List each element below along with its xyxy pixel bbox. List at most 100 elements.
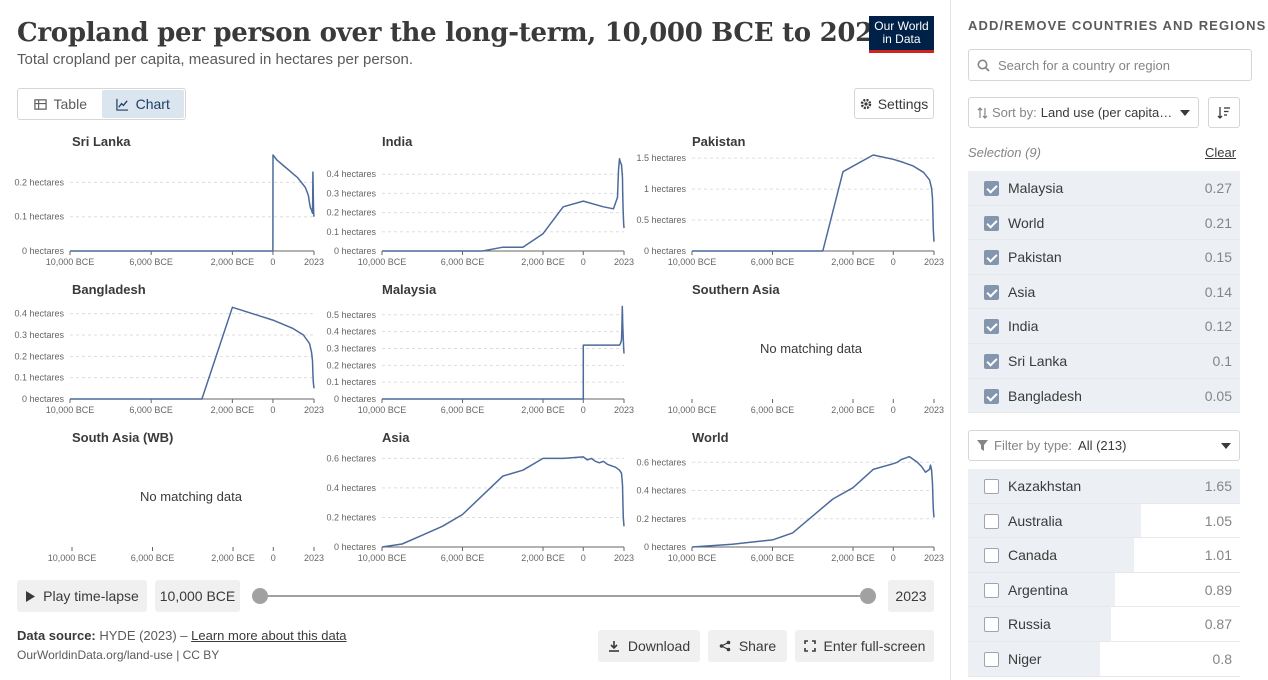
chart-panel-7: Asia 10,000 BCE 6,000 BCE 2,000 BCE 0 2023 0 h… <box>326 430 634 563</box>
entity-name: Australia <box>1008 512 1063 529</box>
timeline-end-handle[interactable] <box>860 588 876 604</box>
sort-value: Land use (per capita):... <box>1040 105 1177 120</box>
timeline-start-label[interactable]: 10,000 BCE <box>155 580 240 612</box>
gear-icon <box>860 98 871 109</box>
series-line[interactable] <box>382 305 625 400</box>
sort-dropdown[interactable]: Sort by: Land use (per capita):... <box>968 97 1199 128</box>
settings-button[interactable]: Settings <box>854 88 934 119</box>
entity-selector-sidebar: ADD/REMOVE COUNTRIES AND REGIONS Sort by… <box>950 0 1268 680</box>
download-button[interactable]: Download <box>598 630 700 662</box>
entity-checkbox[interactable] <box>984 215 999 231</box>
chart-title: Bangladesh <box>72 282 146 297</box>
share-button[interactable]: Share <box>708 630 787 662</box>
timeline-start-handle[interactable] <box>252 588 268 604</box>
x-tick-label: 0 <box>891 257 896 267</box>
search-box[interactable] <box>968 49 1252 81</box>
filter-dropdown[interactable]: Filter by type: All (213) <box>968 430 1240 461</box>
entity-row[interactable]: Asia 0.14 <box>968 274 1240 310</box>
expand-icon <box>803 640 816 652</box>
chart-panel-8: World 10,000 BCE 6,000 BCE 2,000 BCE 0 2023 0 … <box>636 430 944 563</box>
x-tick-label: 2,000 BCE <box>211 553 255 563</box>
timeline-track[interactable] <box>260 595 868 597</box>
entity-checkbox[interactable] <box>984 353 999 369</box>
x-tick-label: 0 <box>581 257 586 267</box>
entity-row[interactable]: Australia 1.05 <box>968 503 1240 539</box>
selected-entities-list: Malaysia 0.27 World 0.21 Pakistan 0.15 Asia 0.1… <box>968 171 1240 414</box>
y-tick-label: 0.3 hectares <box>326 343 376 353</box>
data-source-prefix: Data source: <box>17 628 96 643</box>
entity-checkbox[interactable] <box>984 388 999 404</box>
x-tick-label: 2023 <box>304 553 324 563</box>
chart-title: Sri Lanka <box>72 134 131 149</box>
learn-more-link[interactable]: Learn more about this data <box>191 628 346 643</box>
play-timelapse-button[interactable]: Play time-lapse <box>17 580 147 612</box>
x-tick-label: 10,000 BCE <box>358 405 407 415</box>
entity-row[interactable]: Bangladesh 0.05 <box>968 378 1240 414</box>
page-subtitle: Total cropland per capita, measured in h… <box>17 51 414 68</box>
available-entities-list: Kazakhstan 1.65 Australia 1.05 Canada 1.01 Arg… <box>968 469 1240 677</box>
y-tick-label: 0.2 hectares <box>14 351 64 361</box>
entity-checkbox[interactable] <box>984 479 999 494</box>
y-tick-label: 0.2 hectares <box>636 514 686 524</box>
play-icon <box>26 590 36 602</box>
x-tick-label: 2,000 BCE <box>831 553 875 563</box>
entity-row[interactable]: Niger 0.8 <box>968 641 1240 677</box>
series-line[interactable] <box>381 456 625 548</box>
entity-row[interactable]: Kazakhstan 1.65 <box>968 469 1240 504</box>
tab-table[interactable]: Table <box>19 90 102 118</box>
entity-row[interactable]: Sri Lanka 0.1 <box>968 343 1240 379</box>
series-line[interactable] <box>691 455 935 548</box>
entity-row[interactable]: Malaysia 0.27 <box>968 171 1240 206</box>
entity-checkbox[interactable] <box>984 582 999 598</box>
entity-checkbox[interactable] <box>984 513 999 529</box>
entity-checkbox[interactable] <box>984 617 999 633</box>
x-tick-label: 2,000 BCE <box>211 257 255 267</box>
chart-title: Asia <box>382 430 410 445</box>
timeline-start-text: 10,000 BCE <box>159 588 236 604</box>
x-tick-label: 2023 <box>614 405 634 415</box>
series-line[interactable] <box>382 158 625 252</box>
y-tick-label: 0.4 hectares <box>326 327 376 337</box>
series-line[interactable] <box>692 154 935 252</box>
entity-row[interactable]: Argentina 0.89 <box>968 572 1240 608</box>
entity-name: Asia <box>1008 283 1036 300</box>
entity-value: 0.12 <box>1204 318 1232 335</box>
entity-checkbox[interactable] <box>984 284 999 300</box>
entity-value: 0.15 <box>1204 249 1232 266</box>
entity-name: India <box>1008 318 1039 335</box>
y-tick-label: 0 hectares <box>334 542 377 552</box>
line-chart-icon <box>115 98 128 111</box>
entity-name: Argentina <box>1008 581 1068 598</box>
entity-checkbox[interactable] <box>984 548 999 564</box>
entity-checkbox[interactable] <box>984 250 999 266</box>
page-title: Cropland per person over the long-term, … <box>17 18 891 48</box>
chart-panel-3: Bangladesh 10,000 BCE 6,000 BCE 2,000 BCE 0 2… <box>14 282 324 415</box>
y-tick-label: 0.2 hectares <box>326 360 376 370</box>
y-tick-label: 0 hectares <box>334 394 377 404</box>
entity-checkbox[interactable] <box>984 319 999 335</box>
sort-direction-button[interactable] <box>1208 97 1240 128</box>
entity-row[interactable]: Canada 1.01 <box>968 538 1240 573</box>
entity-checkbox[interactable] <box>984 651 999 667</box>
owid-logo[interactable]: Our World in Data <box>869 16 934 53</box>
clear-selection-link[interactable]: Clear <box>1205 145 1236 160</box>
entity-row[interactable]: Pakistan 0.15 <box>968 240 1240 275</box>
entity-checkbox[interactable] <box>984 181 999 196</box>
series-line[interactable] <box>70 154 315 252</box>
entity-row[interactable]: Russia 0.87 <box>968 607 1240 642</box>
entity-name: Bangladesh <box>1008 387 1082 404</box>
timeline-end-label[interactable]: 2023 <box>888 580 934 612</box>
series-line[interactable] <box>70 306 315 400</box>
search-input[interactable] <box>998 57 1238 73</box>
entity-row[interactable]: India 0.12 <box>968 309 1240 344</box>
x-tick-label: 0 <box>891 405 896 415</box>
fullscreen-button[interactable]: Enter full-screen <box>795 630 934 662</box>
y-tick-label: 0.2 hectares <box>326 208 376 218</box>
y-tick-label: 0.3 hectares <box>14 330 64 340</box>
entity-value: 0.1 <box>1212 352 1232 369</box>
x-tick-label: 0 <box>581 553 586 563</box>
tab-chart[interactable]: Chart <box>101 90 184 118</box>
entity-row[interactable]: World 0.21 <box>968 205 1240 241</box>
caret-down-icon <box>1180 109 1190 116</box>
x-tick-label: 0 <box>581 405 586 415</box>
